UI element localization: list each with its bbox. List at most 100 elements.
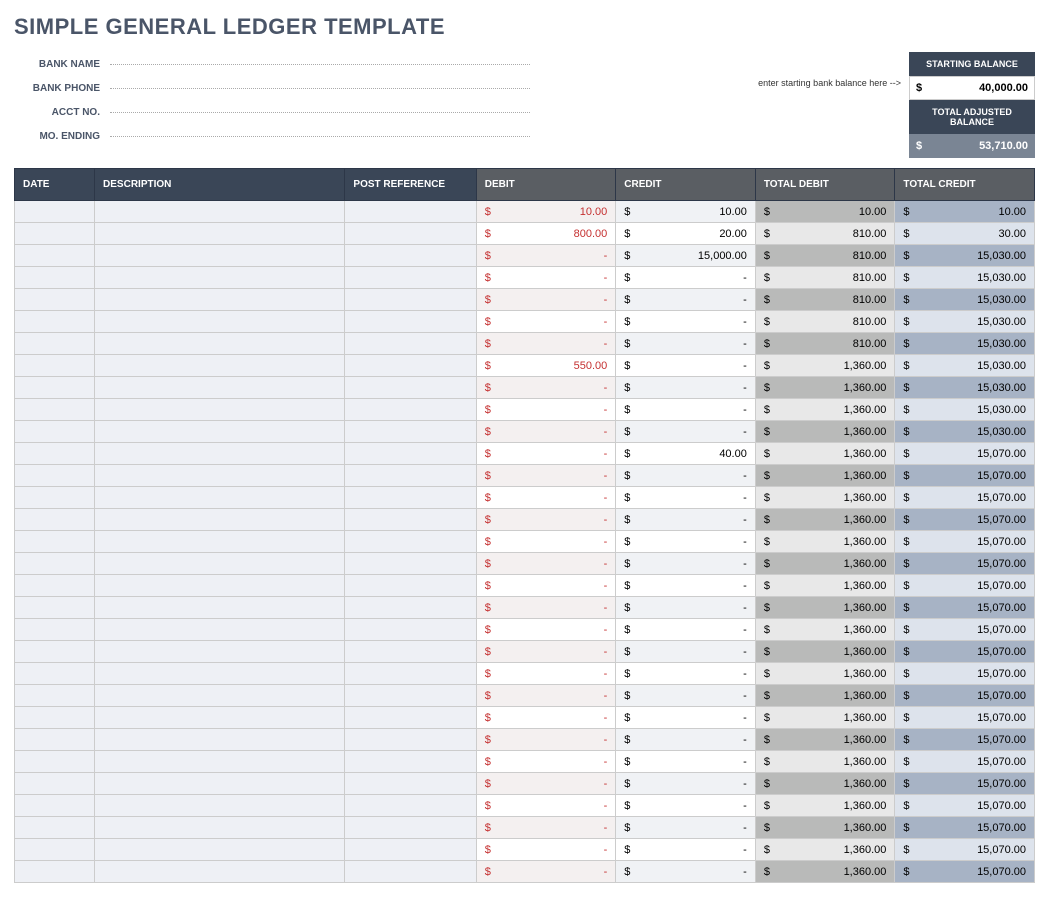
cell-debit[interactable]: $- bbox=[476, 399, 616, 421]
cell-total-credit[interactable]: $15,030.00 bbox=[895, 399, 1035, 421]
cell-total-credit[interactable]: $15,030.00 bbox=[895, 267, 1035, 289]
cell-description[interactable] bbox=[95, 487, 345, 509]
cell-description[interactable] bbox=[95, 707, 345, 729]
cell-total-credit[interactable]: $15,030.00 bbox=[895, 245, 1035, 267]
cell-description[interactable] bbox=[95, 201, 345, 223]
cell-description[interactable] bbox=[95, 553, 345, 575]
cell-description[interactable] bbox=[95, 773, 345, 795]
cell-total-debit[interactable]: $1,360.00 bbox=[755, 751, 895, 773]
cell-credit[interactable]: $- bbox=[616, 597, 756, 619]
cell-post-reference[interactable] bbox=[345, 223, 476, 245]
cell-credit[interactable]: $- bbox=[616, 421, 756, 443]
cell-date[interactable] bbox=[15, 861, 95, 883]
cell-date[interactable] bbox=[15, 289, 95, 311]
cell-credit[interactable]: $- bbox=[616, 333, 756, 355]
cell-post-reference[interactable] bbox=[345, 399, 476, 421]
cell-description[interactable] bbox=[95, 355, 345, 377]
cell-description[interactable] bbox=[95, 795, 345, 817]
cell-credit[interactable]: $- bbox=[616, 311, 756, 333]
mo-ending-field[interactable] bbox=[110, 136, 530, 137]
cell-debit[interactable]: $- bbox=[476, 641, 616, 663]
cell-credit[interactable]: $- bbox=[616, 751, 756, 773]
cell-debit[interactable]: $- bbox=[476, 311, 616, 333]
cell-post-reference[interactable] bbox=[345, 641, 476, 663]
cell-total-debit[interactable]: $810.00 bbox=[755, 245, 895, 267]
cell-debit[interactable]: $- bbox=[476, 597, 616, 619]
cell-post-reference[interactable] bbox=[345, 509, 476, 531]
cell-total-credit[interactable]: $15,070.00 bbox=[895, 443, 1035, 465]
cell-total-debit[interactable]: $1,360.00 bbox=[755, 685, 895, 707]
cell-total-debit[interactable]: $1,360.00 bbox=[755, 861, 895, 883]
cell-credit[interactable]: $- bbox=[616, 795, 756, 817]
cell-debit[interactable]: $- bbox=[476, 817, 616, 839]
cell-total-debit[interactable]: $1,360.00 bbox=[755, 443, 895, 465]
cell-date[interactable] bbox=[15, 773, 95, 795]
cell-total-credit[interactable]: $15,070.00 bbox=[895, 839, 1035, 861]
cell-credit[interactable]: $- bbox=[616, 861, 756, 883]
cell-post-reference[interactable] bbox=[345, 201, 476, 223]
cell-debit[interactable]: $- bbox=[476, 531, 616, 553]
bank-name-field[interactable] bbox=[110, 64, 530, 65]
cell-total-debit[interactable]: $1,360.00 bbox=[755, 839, 895, 861]
cell-total-debit[interactable]: $10.00 bbox=[755, 201, 895, 223]
cell-credit[interactable]: $- bbox=[616, 619, 756, 641]
cell-date[interactable] bbox=[15, 377, 95, 399]
cell-debit[interactable]: $- bbox=[476, 487, 616, 509]
cell-date[interactable] bbox=[15, 245, 95, 267]
cell-debit[interactable]: $- bbox=[476, 773, 616, 795]
cell-post-reference[interactable] bbox=[345, 773, 476, 795]
cell-credit[interactable]: $- bbox=[616, 773, 756, 795]
cell-description[interactable] bbox=[95, 245, 345, 267]
cell-description[interactable] bbox=[95, 575, 345, 597]
cell-credit[interactable]: $- bbox=[616, 817, 756, 839]
cell-description[interactable] bbox=[95, 729, 345, 751]
cell-total-debit[interactable]: $810.00 bbox=[755, 289, 895, 311]
cell-description[interactable] bbox=[95, 399, 345, 421]
cell-post-reference[interactable] bbox=[345, 597, 476, 619]
cell-description[interactable] bbox=[95, 641, 345, 663]
cell-total-debit[interactable]: $1,360.00 bbox=[755, 729, 895, 751]
cell-description[interactable] bbox=[95, 597, 345, 619]
bank-phone-field[interactable] bbox=[110, 88, 530, 89]
cell-post-reference[interactable] bbox=[345, 685, 476, 707]
cell-credit[interactable]: $- bbox=[616, 465, 756, 487]
cell-total-credit[interactable]: $15,070.00 bbox=[895, 773, 1035, 795]
cell-debit[interactable]: $- bbox=[476, 619, 616, 641]
cell-credit[interactable]: $20.00 bbox=[616, 223, 756, 245]
cell-total-debit[interactable]: $810.00 bbox=[755, 333, 895, 355]
cell-total-debit[interactable]: $1,360.00 bbox=[755, 487, 895, 509]
cell-description[interactable] bbox=[95, 531, 345, 553]
cell-date[interactable] bbox=[15, 223, 95, 245]
cell-total-credit[interactable]: $15,030.00 bbox=[895, 421, 1035, 443]
cell-debit[interactable]: $- bbox=[476, 245, 616, 267]
cell-date[interactable] bbox=[15, 663, 95, 685]
cell-description[interactable] bbox=[95, 619, 345, 641]
cell-total-debit[interactable]: $1,360.00 bbox=[755, 641, 895, 663]
cell-total-credit[interactable]: $15,030.00 bbox=[895, 377, 1035, 399]
cell-description[interactable] bbox=[95, 751, 345, 773]
cell-description[interactable] bbox=[95, 421, 345, 443]
cell-total-credit[interactable]: $15,070.00 bbox=[895, 795, 1035, 817]
cell-debit[interactable]: $- bbox=[476, 333, 616, 355]
cell-post-reference[interactable] bbox=[345, 729, 476, 751]
cell-credit[interactable]: $- bbox=[616, 399, 756, 421]
cell-total-credit[interactable]: $15,070.00 bbox=[895, 663, 1035, 685]
cell-post-reference[interactable] bbox=[345, 795, 476, 817]
cell-total-debit[interactable]: $1,360.00 bbox=[755, 355, 895, 377]
cell-total-debit[interactable]: $1,360.00 bbox=[755, 619, 895, 641]
cell-debit[interactable]: $- bbox=[476, 267, 616, 289]
cell-post-reference[interactable] bbox=[345, 355, 476, 377]
cell-debit[interactable]: $- bbox=[476, 795, 616, 817]
cell-date[interactable] bbox=[15, 487, 95, 509]
cell-total-credit[interactable]: $15,070.00 bbox=[895, 465, 1035, 487]
cell-debit[interactable]: $- bbox=[476, 685, 616, 707]
cell-total-debit[interactable]: $1,360.00 bbox=[755, 465, 895, 487]
cell-debit[interactable]: $- bbox=[476, 751, 616, 773]
cell-total-credit[interactable]: $10.00 bbox=[895, 201, 1035, 223]
cell-debit[interactable]: $- bbox=[476, 729, 616, 751]
cell-post-reference[interactable] bbox=[345, 465, 476, 487]
cell-post-reference[interactable] bbox=[345, 289, 476, 311]
cell-credit[interactable]: $- bbox=[616, 267, 756, 289]
cell-date[interactable] bbox=[15, 575, 95, 597]
cell-total-credit[interactable]: $15,070.00 bbox=[895, 641, 1035, 663]
